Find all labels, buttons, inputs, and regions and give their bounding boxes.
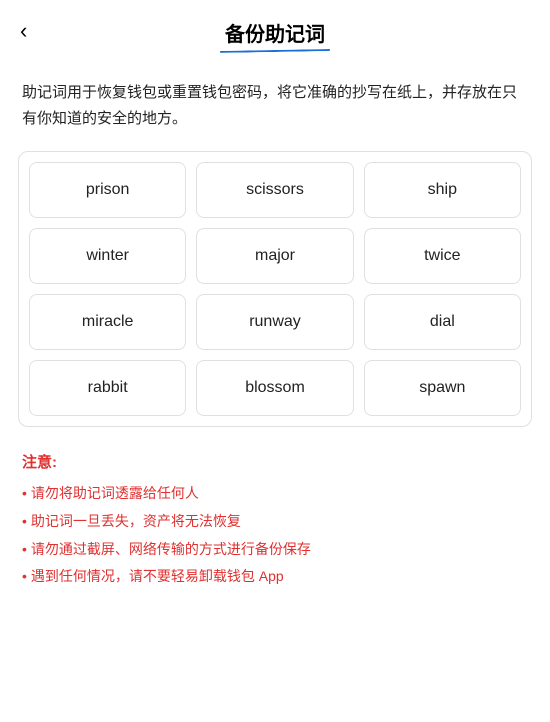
mnemonic-word: ship xyxy=(364,162,521,218)
notice-bullet: • xyxy=(22,482,27,506)
title-underline-decoration xyxy=(220,48,330,53)
notice-item-text: 遇到任何情况，请不要轻易卸载钱包 App xyxy=(31,565,284,589)
mnemonic-word: prison xyxy=(29,162,186,218)
notice-item: •请勿将助记词透露给任何人 xyxy=(22,482,528,506)
mnemonic-word: twice xyxy=(364,228,521,284)
mnemonic-word: runway xyxy=(196,294,353,350)
header: ‹ 备份助记词 xyxy=(0,0,550,62)
title-wrapper: 备份助记词 xyxy=(225,18,325,52)
notice-item: •助记词一旦丢失，资产将无法恢复 xyxy=(22,510,528,534)
mnemonic-word: scissors xyxy=(196,162,353,218)
mnemonic-word: winter xyxy=(29,228,186,284)
notice-item: •遇到任何情况，请不要轻易卸载钱包 App xyxy=(22,565,528,589)
description-text: 助记词用于恢复钱包或重置钱包密码，将它准确的抄写在纸上，并存放在只有你知道的安全… xyxy=(0,62,550,151)
mnemonic-word: blossom xyxy=(196,360,353,416)
notice-title: 注意: xyxy=(22,451,528,472)
notice-item-text: 请勿通过截屏、网络传输的方式进行备份保存 xyxy=(31,538,311,562)
notice-bullet: • xyxy=(22,538,27,562)
mnemonic-grid-wrapper: prisonscissorsship wintermajortwice miracl… xyxy=(18,151,532,427)
notice-item-text: 请勿将助记词透露给任何人 xyxy=(31,482,199,506)
mnemonic-grid: prisonscissorsship wintermajortwice miracl… xyxy=(29,162,521,416)
back-icon[interactable]: ‹ xyxy=(20,18,27,44)
mnemonic-word: major xyxy=(196,228,353,284)
mnemonic-word: rabbit xyxy=(29,360,186,416)
notice-section: 注意: •请勿将助记词透露给任何人•助记词一旦丢失，资产将无法恢复•请勿通过截屏… xyxy=(0,427,550,613)
notice-item-text: 助记词一旦丢失，资产将无法恢复 xyxy=(31,510,241,534)
notice-item: •请勿通过截屏、网络传输的方式进行备份保存 xyxy=(22,538,528,562)
mnemonic-word: dial xyxy=(364,294,521,350)
notice-bullet: • xyxy=(22,565,27,589)
notice-items-container: •请勿将助记词透露给任何人•助记词一旦丢失，资产将无法恢复•请勿通过截屏、网络传… xyxy=(22,482,528,589)
page-title: 备份助记词 xyxy=(225,18,325,47)
notice-bullet: • xyxy=(22,510,27,534)
mnemonic-word: miracle xyxy=(29,294,186,350)
mnemonic-word: spawn xyxy=(364,360,521,416)
